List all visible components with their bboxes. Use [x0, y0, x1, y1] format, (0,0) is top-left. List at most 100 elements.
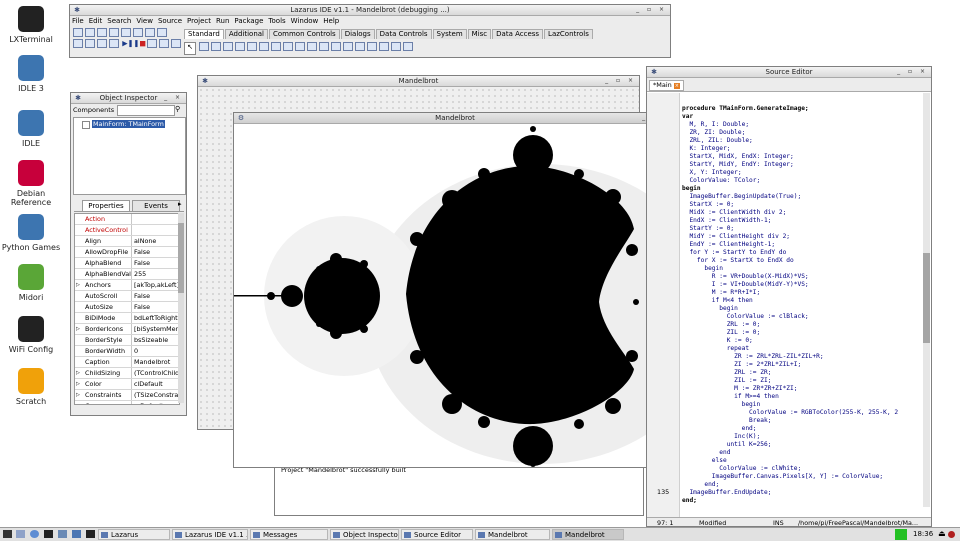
property-row[interactable]: ▷ Color clDefault	[75, 379, 179, 390]
network-icon[interactable]	[72, 530, 81, 538]
open-project-icon[interactable]	[121, 28, 131, 37]
property-value[interactable]: crDefault	[131, 401, 179, 404]
menu-item[interactable]: File	[72, 17, 84, 25]
property-scrollbar[interactable]	[178, 213, 184, 403]
step-over-icon[interactable]	[158, 39, 169, 48]
property-row[interactable]: ▷ ChildSizing (TControlChildS	[75, 368, 179, 379]
terminal-icon[interactable]	[44, 530, 53, 538]
ide-titlebar[interactable]: ✱ Lazarus IDE v1.1 - Mandelbrot (debuggi…	[70, 5, 670, 16]
property-row[interactable]: AutoScroll False	[75, 291, 179, 302]
taskbar-button[interactable]: Messages	[250, 529, 328, 540]
stop-icon[interactable]: ■	[139, 40, 146, 48]
menu-item[interactable]: Edit	[89, 17, 103, 25]
property-value[interactable]	[131, 214, 179, 224]
taskbar-button[interactable]: Mandelbrot	[552, 529, 624, 540]
window-controls[interactable]: _ ×	[164, 93, 183, 103]
taskbar-button[interactable]: Lazarus IDE v1.1 ...	[172, 529, 248, 540]
tpanel-icon[interactable]	[379, 42, 390, 51]
property-row[interactable]: AutoSize False	[75, 302, 179, 313]
inspector-tab[interactable]: Properties	[82, 200, 130, 211]
view-units-icon[interactable]	[145, 28, 155, 37]
palette-tab[interactable]: Common Controls	[269, 29, 340, 39]
property-row[interactable]: ActiveControl	[75, 225, 179, 236]
tbutton-icon[interactable]	[223, 42, 234, 51]
tab-main[interactable]: *Main ×	[649, 80, 684, 91]
property-value[interactable]: Mandelbrot	[131, 357, 179, 367]
save-all-icon[interactable]	[109, 28, 119, 37]
expand-icon[interactable]: ▷	[76, 280, 80, 290]
eject-icon[interactable]: ⏏	[938, 528, 946, 540]
property-row[interactable]: Action	[75, 214, 179, 225]
tframe-icon[interactable]	[391, 42, 402, 51]
expand-icon[interactable]: ▷	[76, 368, 80, 378]
tactionlist-icon[interactable]	[403, 42, 414, 51]
scrollbar-thumb[interactable]	[923, 253, 930, 343]
property-row[interactable]: ▷ Anchors [akTop,akLeft]	[75, 280, 179, 291]
palette-tab[interactable]: Misc	[467, 29, 492, 39]
palette-tab[interactable]: Additional	[224, 29, 268, 39]
tree-expander-icon[interactable]	[82, 121, 90, 129]
property-value[interactable]: False	[131, 247, 179, 257]
property-row[interactable]: BiDiMode bdLeftToRight	[75, 313, 179, 324]
tradiogroup-icon[interactable]	[355, 42, 366, 51]
property-value[interactable]: [biSystemMen	[131, 324, 179, 334]
file-manager-icon[interactable]	[16, 530, 25, 538]
app-titlebar[interactable]: ⚙ Mandelbrot _ ▫ ×	[234, 113, 676, 124]
inspector-titlebar[interactable]: ✱ Object Inspector _ ×	[71, 93, 186, 104]
palette-tab[interactable]: LazControls	[544, 29, 593, 39]
view-forms-icon[interactable]	[157, 28, 167, 37]
property-value[interactable]: False	[131, 258, 179, 268]
menu-icon[interactable]	[3, 530, 12, 538]
pause-icon[interactable]: ❚❚	[128, 40, 140, 48]
taskbar-button[interactable]: Mandelbrot	[475, 529, 550, 540]
property-row[interactable]: AlphaBlend False	[75, 258, 179, 269]
toggle-icon[interactable]	[73, 39, 83, 48]
tcombobox-icon[interactable]	[319, 42, 330, 51]
property-value[interactable]: False	[131, 291, 179, 301]
tpopupmenu-icon[interactable]	[211, 42, 222, 51]
property-row[interactable]: BorderStyle bsSizeable	[75, 335, 179, 346]
palette-tab[interactable]: Data Access	[492, 29, 544, 39]
ttogglebox-icon[interactable]	[271, 42, 282, 51]
property-value[interactable]: bsSizeable	[131, 335, 179, 345]
browser-icon[interactable]	[30, 530, 39, 538]
desktop-icon-7[interactable]: Scratch	[0, 368, 62, 406]
menu-item[interactable]: Tools	[268, 17, 285, 25]
desktop-icon-0[interactable]: LXTerminal	[0, 6, 62, 44]
shutdown-icon[interactable]	[948, 531, 955, 538]
tlistbox-icon[interactable]	[307, 42, 318, 51]
tmemo-icon[interactable]	[259, 42, 270, 51]
palette-tab[interactable]: System	[432, 29, 467, 39]
new-file-icon[interactable]	[73, 28, 83, 37]
tradiobutton-icon[interactable]	[295, 42, 306, 51]
close-icon[interactable]	[133, 28, 143, 37]
build-icon[interactable]	[109, 39, 119, 48]
tgroupbox-icon[interactable]	[343, 42, 354, 51]
desktop-icon-2[interactable]: IDLE	[0, 110, 62, 148]
property-row[interactable]: BorderWidth 0	[75, 346, 179, 357]
menu-item[interactable]: View	[136, 17, 153, 25]
property-value[interactable]: 0	[131, 346, 179, 356]
taskbar-button[interactable]: Source Editor	[401, 529, 473, 540]
open-icon[interactable]	[85, 28, 95, 37]
tcheckgroup-icon[interactable]	[367, 42, 378, 51]
taskbar-button[interactable]: Object Inspector	[330, 529, 399, 540]
menu-item[interactable]: Run	[216, 17, 229, 25]
menu-item[interactable]: Help	[323, 17, 339, 25]
tlabel-icon[interactable]	[235, 42, 246, 51]
property-value[interactable]: [akTop,akLeft]	[131, 280, 179, 290]
code-editor[interactable]: procedure TMainForm.GenerateImage; var M,…	[682, 105, 920, 517]
scrollbar-thumb[interactable]	[178, 223, 184, 293]
property-row[interactable]: ▷ Constraints (TSizeConstrai	[75, 390, 179, 401]
desktop-icon[interactable]	[58, 530, 67, 538]
property-value[interactable]: clDefault	[131, 379, 179, 389]
tscrollbar-icon[interactable]	[331, 42, 342, 51]
editor-scrollbar[interactable]	[923, 93, 930, 507]
menu-item[interactable]: Source	[158, 17, 182, 25]
property-value[interactable]: bdLeftToRight	[131, 313, 179, 323]
menu-item[interactable]: Search	[107, 17, 131, 25]
expand-icon[interactable]: ▷	[76, 390, 80, 400]
property-row[interactable]: AlphaBlendVal 255	[75, 269, 179, 280]
desktop-icon-1[interactable]: IDLE 3	[0, 55, 62, 93]
property-value[interactable]: False	[131, 302, 179, 312]
